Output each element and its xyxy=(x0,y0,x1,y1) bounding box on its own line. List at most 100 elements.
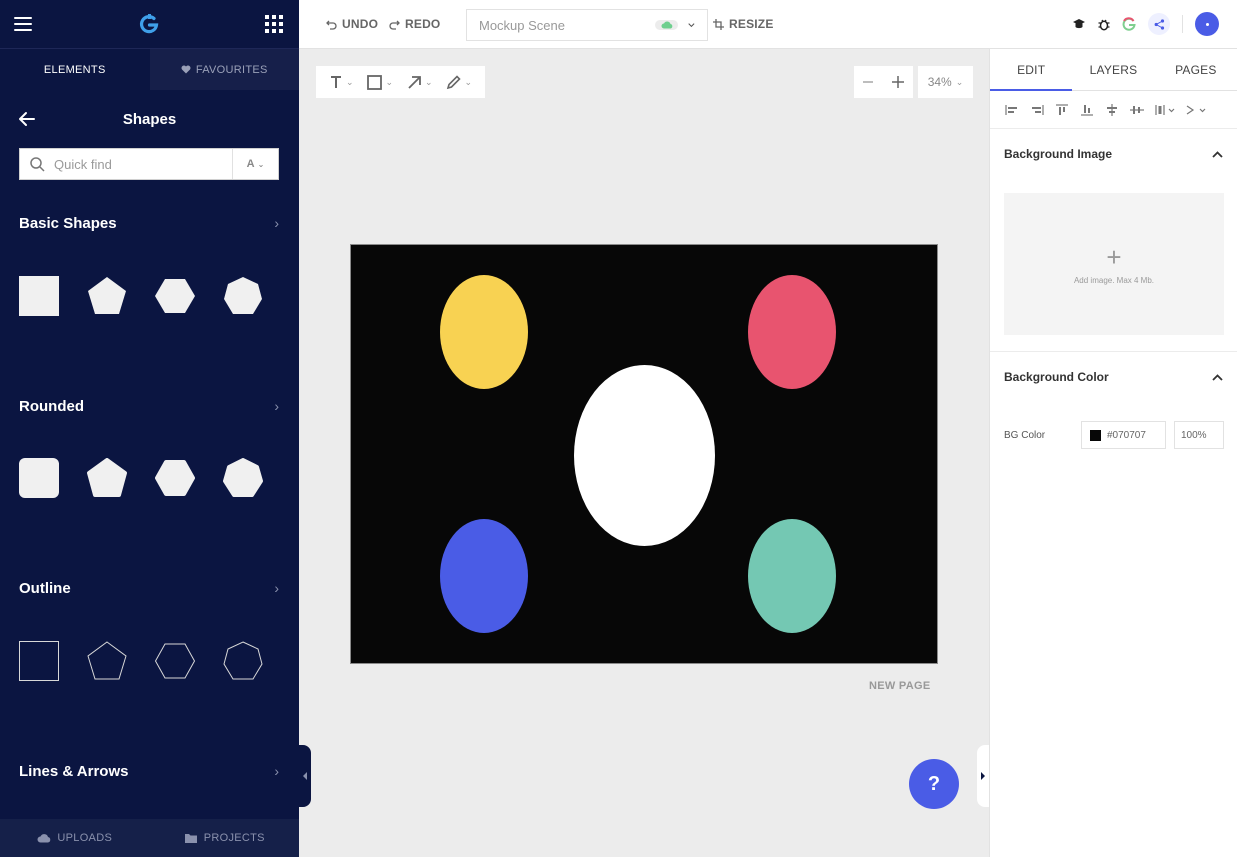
arrange-icon[interactable] xyxy=(1185,104,1207,116)
tab-elements[interactable]: ELEMENTS xyxy=(0,49,150,90)
undo-button[interactable]: UNDO xyxy=(326,17,378,31)
tab-layers[interactable]: LAYERS xyxy=(1072,49,1154,90)
share-button[interactable] xyxy=(1148,13,1170,35)
scene-name-input[interactable] xyxy=(479,17,655,33)
distribute-icon[interactable] xyxy=(1154,104,1176,116)
sort-dropdown[interactable]: A ⌄ xyxy=(232,149,278,179)
outline-pentagon-shape[interactable] xyxy=(87,641,127,681)
bg-image-dropzone[interactable]: + Add image. Max 4 Mb. xyxy=(1004,193,1224,335)
section-title: Outline xyxy=(19,579,71,597)
collapse-right-panel-handle[interactable] xyxy=(977,745,989,807)
canvas-page[interactable] xyxy=(350,244,938,664)
red-ellipse[interactable] xyxy=(748,275,836,389)
zoom-controls xyxy=(854,66,913,98)
bg-image-section-header[interactable]: Background Image xyxy=(990,129,1237,179)
alignment-toolbar xyxy=(990,91,1237,129)
text-icon xyxy=(330,76,341,88)
bg-color-label: BG Color xyxy=(1004,429,1046,441)
pentagon-shape[interactable] xyxy=(87,276,127,316)
rounded-hexagon-shape[interactable] xyxy=(155,458,195,498)
chevron-right-icon[interactable]: › xyxy=(274,215,279,231)
align-top-icon[interactable] xyxy=(1054,103,1070,116)
chevron-right-icon[interactable]: › xyxy=(274,580,279,596)
caret-right-icon xyxy=(981,772,985,780)
outline-heptagon-shape[interactable] xyxy=(223,641,263,681)
zoom-in-icon[interactable] xyxy=(891,75,905,89)
tab-pages[interactable]: PAGES xyxy=(1155,49,1237,90)
section-outline: Outline › xyxy=(0,573,299,603)
bg-color-input[interactable]: #070707 xyxy=(1081,421,1166,449)
align-right-icon[interactable] xyxy=(1029,104,1045,116)
square-shape[interactable] xyxy=(19,276,59,316)
chevron-up-icon xyxy=(1212,150,1223,158)
heptagon-shape[interactable] xyxy=(223,276,263,316)
graduation-cap-icon[interactable] xyxy=(1072,18,1086,30)
bg-color-value: #070707 xyxy=(1107,429,1146,441)
chevron-right-icon[interactable]: › xyxy=(274,763,279,779)
rounded-pentagon-shape[interactable] xyxy=(87,458,127,498)
draw-tool[interactable]: ⌄ xyxy=(446,74,473,90)
sidebar-header xyxy=(0,0,299,49)
tab-edit[interactable]: EDIT xyxy=(990,49,1073,91)
help-button[interactable]: ? xyxy=(909,759,959,809)
section-title: Lines & Arrows xyxy=(19,762,129,780)
chevron-down-icon[interactable] xyxy=(688,22,695,28)
tab-favourites[interactable]: FAVOURITES xyxy=(149,49,299,90)
new-page-button[interactable]: NEW PAGE xyxy=(869,680,930,692)
search-input[interactable] xyxy=(54,156,232,172)
redo-button[interactable]: REDO xyxy=(389,17,440,31)
cloud-upload-icon xyxy=(37,834,51,843)
chevron-down-icon: ⌄ xyxy=(464,76,473,87)
chevron-right-icon[interactable]: › xyxy=(274,398,279,414)
chevron-down-icon: ⌄ xyxy=(424,76,433,87)
plus-icon: + xyxy=(1106,241,1122,272)
resize-button[interactable]: RESIZE xyxy=(713,17,774,31)
bg-opacity-input[interactable]: 100% xyxy=(1174,421,1224,449)
white-ellipse[interactable] xyxy=(574,365,715,546)
zoom-value: 34% xyxy=(927,75,952,89)
section-title: Rounded xyxy=(19,397,84,415)
undo-icon xyxy=(326,20,337,30)
shape-tool[interactable]: ⌄ xyxy=(367,74,393,90)
uploads-button[interactable]: UPLOADS xyxy=(0,819,150,857)
outline-square-shape[interactable] xyxy=(19,641,59,681)
align-left-icon[interactable] xyxy=(1004,104,1020,116)
hexagon-shape[interactable] xyxy=(155,276,195,316)
outline-hexagon-shape[interactable] xyxy=(155,641,195,681)
right-panel: EDIT LAYERS PAGES Background Image + Add… xyxy=(989,49,1237,857)
teal-ellipse[interactable] xyxy=(748,519,836,633)
yellow-ellipse[interactable] xyxy=(440,275,528,389)
rounded-heptagon-shape[interactable] xyxy=(223,458,263,498)
apps-grid-icon[interactable] xyxy=(265,15,283,33)
share-icon xyxy=(1154,18,1164,30)
arrow-tool[interactable]: ⌄ xyxy=(407,75,433,90)
sort-label: A xyxy=(246,158,255,170)
bg-color-row: BG Color #070707 100% xyxy=(990,420,1237,450)
projects-button[interactable]: PROJECTS xyxy=(150,819,300,857)
rounded-square-shape[interactable] xyxy=(19,458,59,498)
bg-color-section-header[interactable]: Background Color xyxy=(990,352,1237,402)
app-logo[interactable] xyxy=(137,12,161,36)
bg-image-title: Background Image xyxy=(1004,147,1113,161)
avatar[interactable] xyxy=(1195,12,1219,36)
back-arrow-icon[interactable] xyxy=(18,111,36,127)
top-bar: UNDO REDO RESIZE xyxy=(299,0,1237,49)
text-tool[interactable]: ⌄ xyxy=(329,75,354,89)
outline-shapes-row xyxy=(19,641,263,681)
scene-name-field xyxy=(466,9,708,41)
blue-ellipse[interactable] xyxy=(440,519,528,633)
zoom-out-icon[interactable] xyxy=(862,76,874,88)
chevron-down-icon: ⌄ xyxy=(955,76,964,87)
bg-color-title: Background Color xyxy=(1004,370,1109,384)
menu-icon[interactable] xyxy=(14,17,32,31)
basic-shapes-row xyxy=(19,276,263,316)
align-middle-icon[interactable] xyxy=(1129,104,1145,116)
align-center-icon[interactable] xyxy=(1104,103,1120,116)
align-bottom-icon[interactable] xyxy=(1079,104,1095,116)
collapse-sidebar-handle[interactable] xyxy=(299,745,311,807)
google-icon[interactable] xyxy=(1122,17,1136,31)
tab-favourites-label: FAVOURITES xyxy=(195,63,268,76)
heart-icon xyxy=(181,65,191,74)
bug-icon[interactable] xyxy=(1098,18,1110,31)
zoom-dropdown[interactable]: 34% ⌄ xyxy=(918,66,973,98)
